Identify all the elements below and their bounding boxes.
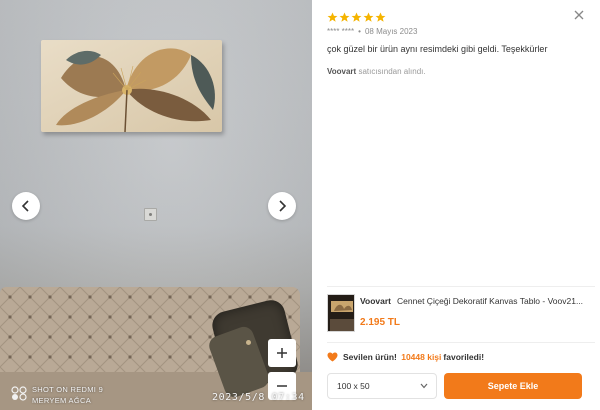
star-icon bbox=[339, 12, 350, 22]
chevron-left-icon bbox=[21, 200, 29, 212]
wall-socket bbox=[144, 208, 157, 221]
next-image-button[interactable] bbox=[268, 192, 296, 220]
canvas-painting bbox=[41, 40, 222, 132]
product-title[interactable]: Voovart Cennet Çiçeği Dekoratif Kanvas Ta… bbox=[360, 296, 590, 306]
review-date: 08 Mayıs 2023 bbox=[364, 27, 418, 36]
plus-icon bbox=[277, 348, 287, 358]
camera-watermark-icon bbox=[11, 386, 27, 401]
divider bbox=[327, 286, 595, 287]
photo-timestamp: 2023/5/8 07:34 bbox=[212, 392, 305, 403]
close-icon[interactable] bbox=[572, 8, 586, 22]
review-meta: **** **** • 08 Mayıs 2023 bbox=[327, 27, 418, 36]
product-brand: Voovart bbox=[360, 296, 392, 306]
star-icon bbox=[363, 12, 374, 22]
product-price: 2.195 TL bbox=[360, 317, 401, 328]
favorite-count: 10448 kişi bbox=[401, 352, 442, 362]
reviewer-name: **** **** bbox=[327, 27, 355, 36]
review-photo: SHOT ON REDMI 9 MERYEM AĞCA 2023/5/8 07:… bbox=[0, 0, 312, 410]
star-icon bbox=[375, 12, 386, 22]
seller-name[interactable]: Voovart bbox=[327, 67, 356, 76]
zoom-in-button[interactable] bbox=[268, 339, 296, 367]
size-select-value: 100 x 50 bbox=[337, 381, 370, 391]
watermark-device: SHOT ON REDMI 9 bbox=[32, 385, 104, 394]
review-panel: **** **** • 08 Mayıs 2023 çok güzel bir ür… bbox=[312, 0, 600, 410]
favorite-suffix: favoriledi! bbox=[443, 352, 485, 362]
favorite-info: Sevilen ürün! 10448 kişi favoriledi! bbox=[327, 352, 484, 362]
seller-suffix: satıcısından alındı. bbox=[358, 67, 426, 76]
divider bbox=[327, 342, 595, 343]
product-summary[interactable]: Voovart Cennet Çiçeği Dekoratif Kanvas Ta… bbox=[327, 294, 597, 334]
product-thumbnail[interactable] bbox=[327, 294, 355, 332]
add-to-cart-button[interactable]: Sepete Ekle bbox=[444, 373, 582, 399]
chevron-down-icon bbox=[420, 383, 428, 389]
review-text: çok güzel bir ürün aynı resimdeki gibi g… bbox=[327, 44, 548, 54]
star-icon bbox=[327, 12, 338, 22]
star-icon bbox=[351, 12, 362, 22]
review-image-modal: SHOT ON REDMI 9 MERYEM AĞCA 2023/5/8 07:… bbox=[0, 0, 600, 410]
minus-icon bbox=[277, 385, 287, 387]
previous-image-button[interactable] bbox=[12, 192, 40, 220]
chevron-right-icon bbox=[279, 200, 287, 212]
seller-info: Voovart satıcısından alındı. bbox=[327, 67, 426, 76]
watermark-author: MERYEM AĞCA bbox=[32, 396, 92, 405]
favorite-prefix: Sevilen ürün! bbox=[343, 352, 397, 362]
heart-icon bbox=[327, 352, 338, 362]
size-select[interactable]: 100 x 50 bbox=[327, 373, 437, 399]
star-rating bbox=[327, 12, 386, 23]
